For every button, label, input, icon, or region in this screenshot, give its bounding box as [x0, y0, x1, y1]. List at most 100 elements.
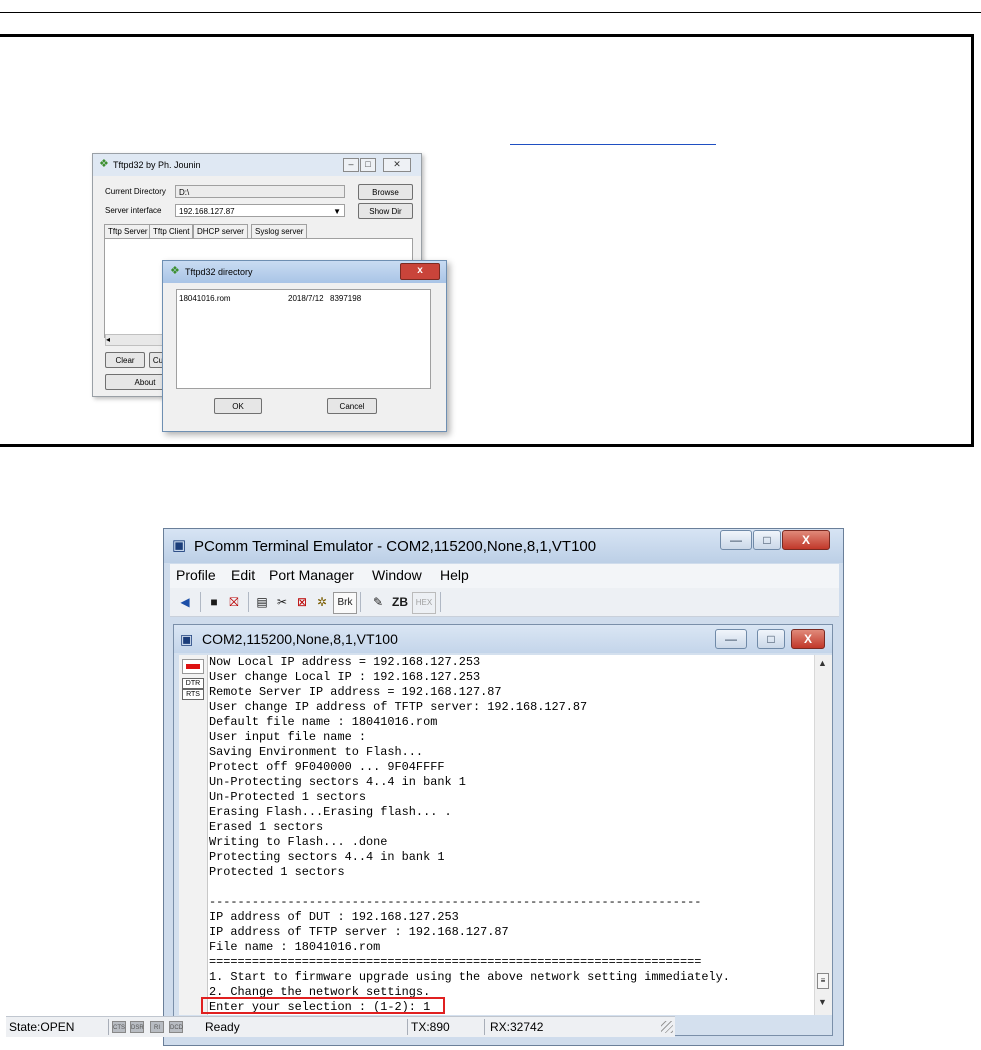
- chevron-left-icon[interactable]: ◂: [106, 335, 110, 344]
- chevron-down-icon[interactable]: ▼: [333, 205, 341, 218]
- transfer-icon[interactable]: ✲: [314, 592, 330, 612]
- directory-dialog-titlebar: ❖ Tftpd32 directory x: [163, 261, 446, 283]
- terminal-line: Now Local IP address = 192.168.127.253: [209, 655, 481, 669]
- terminal-line: Protected 1 sectors: [209, 865, 345, 879]
- tab-syslog-server[interactable]: Syslog server: [251, 224, 308, 238]
- tx-counter: TX:890: [411, 1020, 450, 1034]
- hex-button[interactable]: HEX: [412, 592, 436, 614]
- terminal-line: Writing to Flash... .done: [209, 835, 388, 849]
- scroll-up-icon[interactable]: ▲: [818, 658, 827, 668]
- hyperlink-underline[interactable]: [510, 144, 716, 145]
- toolbar: ◀ ■ ⛝ ▤ ✂ ⊠ ✲ Brk ✎ ZB HEX: [170, 588, 839, 617]
- maximize-icon[interactable]: □: [757, 629, 785, 649]
- scroll-down-icon[interactable]: ▼: [818, 997, 827, 1007]
- file-date: 2018/7/12: [288, 294, 324, 303]
- dsr-indicator: DSR: [130, 1021, 144, 1033]
- disconnect-icon[interactable]: ⊠: [294, 592, 310, 612]
- tftpd32-directory-dialog: ❖ Tftpd32 directory x 18041016.rom 2018/…: [162, 260, 447, 432]
- server-interface-select[interactable]: 192.168.127.87 ▼: [175, 204, 345, 217]
- terminal-line: Saving Environment to Flash...: [209, 745, 424, 759]
- terminal-line: IP address of DUT : 192.168.127.253: [209, 910, 459, 924]
- scroll-thumb[interactable]: ≡: [817, 973, 829, 989]
- terminal-line: Erasing Flash...Erasing flash... .: [209, 805, 452, 819]
- terminal-line: Erased 1 sectors: [209, 820, 324, 834]
- menu-profile[interactable]: Profile: [176, 567, 216, 583]
- close-icon[interactable]: X: [782, 530, 830, 550]
- file-name: 18041016.rom: [179, 294, 231, 303]
- pcomm-app-icon: ▣: [172, 537, 187, 554]
- menu-edit[interactable]: Edit: [231, 567, 255, 583]
- minimize-icon[interactable]: –: [343, 158, 359, 172]
- menu-window[interactable]: Window: [372, 567, 422, 583]
- toolbar-separator: [360, 592, 361, 612]
- terminal-titlebar: ▣ COM2,115200,None,8,1,VT100 — □ X: [174, 625, 832, 653]
- dtr-toggle[interactable]: DTR: [182, 678, 204, 689]
- toolbar-separator: [248, 592, 249, 612]
- status-divider: [484, 1019, 485, 1035]
- close-icon[interactable]: X: [791, 629, 825, 649]
- current-directory-field[interactable]: D:\: [175, 185, 345, 198]
- pcomm-title: PComm Terminal Emulator - COM2,115200,No…: [194, 538, 597, 555]
- properties-icon[interactable]: ▤: [254, 592, 270, 612]
- cancel-button[interactable]: Cancel: [327, 398, 377, 414]
- signal-panel: DTR RTS: [179, 655, 208, 1015]
- file-size: 8397198: [330, 294, 362, 303]
- connect-icon[interactable]: ✂: [274, 592, 290, 612]
- vertical-scrollbar[interactable]: ▲ ≡ ▼: [814, 655, 832, 1015]
- tftpd32-titlebar: ❖ Tftpd32 by Ph. Jounin – □ ✕: [93, 154, 421, 176]
- browse-button[interactable]: Browse: [358, 184, 413, 200]
- maximize-icon[interactable]: □: [753, 530, 781, 550]
- terminal-line: Protect off 9F040000 ... 9F04FFFF: [209, 760, 445, 774]
- terminal-line: 1. Start to firmware upgrade using the a…: [209, 970, 730, 984]
- close-icon[interactable]: ✕: [383, 158, 411, 172]
- terminal-line: User input file name :: [209, 730, 366, 744]
- terminal-line: IP address of TFTP server : 192.168.127.…: [209, 925, 509, 939]
- rx-counter: RX:32742: [490, 1020, 544, 1034]
- ready-status: Ready: [205, 1020, 240, 1034]
- terminal-output[interactable]: Now Local IP address = 192.168.127.253 U…: [208, 655, 814, 1015]
- terminal-line: ========================================…: [209, 955, 702, 969]
- ok-button[interactable]: OK: [214, 398, 262, 414]
- close-icon[interactable]: x: [400, 263, 440, 280]
- minimize-icon[interactable]: —: [720, 530, 752, 550]
- clear-button[interactable]: Clear: [105, 352, 145, 368]
- toolbar-separator: [200, 592, 201, 612]
- menu-help[interactable]: Help: [440, 567, 469, 583]
- terminal-line: User change Local IP : 192.168.127.253: [209, 670, 481, 684]
- terminal-line: ----------------------------------------…: [209, 895, 702, 909]
- break-button[interactable]: Brk: [333, 592, 357, 614]
- resize-grip-icon[interactable]: [661, 1021, 673, 1033]
- menu-port-manager[interactable]: Port Manager: [269, 567, 354, 583]
- zb-button[interactable]: ZB: [391, 592, 409, 612]
- tftpd32-title: Tftpd32 by Ph. Jounin: [113, 160, 201, 170]
- status-bar: State:OPEN CTS DSR RI DCD Ready TX:890 R…: [6, 1016, 675, 1037]
- rts-toggle[interactable]: RTS: [182, 689, 204, 700]
- server-interface-value: 192.168.127.87: [179, 207, 235, 216]
- terminal-line: Protecting sectors 4..4 in bank 1: [209, 850, 445, 864]
- terminal-line: Un-Protected 1 sectors: [209, 790, 366, 804]
- tab-tftp-client[interactable]: Tftp Client: [149, 224, 194, 238]
- connection-state: State:OPEN: [9, 1020, 75, 1034]
- rts-indicator-icon[interactable]: [182, 659, 204, 674]
- log-icon[interactable]: ✎: [368, 592, 388, 612]
- exit-icon[interactable]: ⛝: [225, 592, 243, 612]
- terminal-line: User change IP address of TFTP server: 1…: [209, 700, 588, 714]
- save-icon[interactable]: ■: [206, 592, 222, 612]
- terminal-line: Un-Protecting sectors 4..4 in bank 1: [209, 775, 466, 789]
- selection-highlight: [201, 997, 445, 1014]
- open-session-icon[interactable]: ◀: [176, 592, 194, 612]
- minimize-icon[interactable]: —: [715, 629, 747, 649]
- status-divider: [407, 1019, 408, 1035]
- directory-file-list: 18041016.rom 2018/7/12 8397198: [176, 289, 431, 389]
- maximize-icon[interactable]: □: [360, 158, 376, 172]
- tab-dhcp-server[interactable]: DHCP server: [193, 224, 248, 238]
- show-dir-button[interactable]: Show Dir: [358, 203, 413, 219]
- page-top-rule: [0, 12, 981, 13]
- cts-indicator: CTS: [112, 1021, 126, 1033]
- pcomm-titlebar: ▣ PComm Terminal Emulator - COM2,115200,…: [164, 529, 843, 563]
- tftpd-logo-icon: ❖: [99, 158, 109, 170]
- horizontal-scrollbar[interactable]: ◂: [105, 334, 167, 346]
- server-interface-label: Server interface: [105, 206, 162, 215]
- tab-tftp-server[interactable]: Tftp Server: [104, 224, 152, 238]
- terminal-line: File name : 18041016.rom: [209, 940, 381, 954]
